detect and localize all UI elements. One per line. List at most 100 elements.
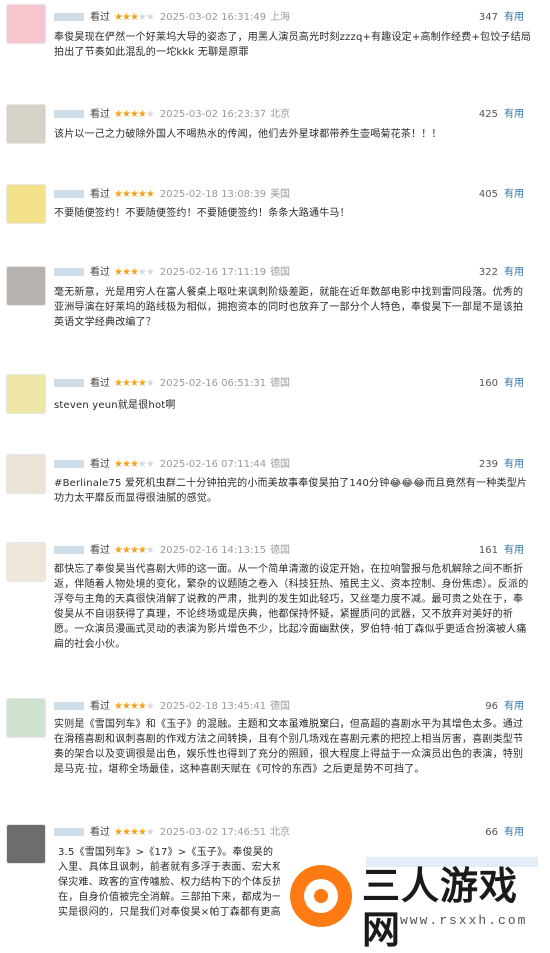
avatar[interactable] [6,454,46,494]
username-link[interactable] [54,379,84,387]
useful-button[interactable]: 有用 [504,267,524,278]
star-icon: ★ [129,827,139,838]
review-content: 奉俊昊现在俨然一个好莱坞大导的姿态了，用黑人演员高光时刻zzzq+有趣设定+高制… [54,32,532,58]
star-icon: ★ [129,12,139,23]
avatar[interactable] [6,542,46,582]
vote-count: 322 [478,267,498,278]
status-label: 看过 [90,545,110,556]
avatar[interactable] [6,104,46,144]
username-link[interactable] [54,13,84,21]
useful-button[interactable]: 有用 [504,701,524,712]
star-icon: ★ [121,12,131,23]
username-link[interactable] [54,546,84,554]
star-icon: ★ [145,12,155,23]
review-content: 该片以一己之力破除外国人不喝热水的传闻，他们去外星球都带养生壶喝菊花茶！！！ [54,129,442,140]
star-icon: ★ [145,827,155,838]
star-icon: ★ [114,12,123,23]
review-location: 德国 [270,459,291,470]
vote-count: 405 [478,189,498,200]
vote-area: 405 有用 [479,186,524,204]
status-label: 看过 [90,267,110,278]
useful-button[interactable]: 有用 [504,109,524,120]
useful-button[interactable]: 有用 [504,545,524,556]
star-icon: ★ [129,545,139,556]
rating-stars: ★★★★★ [114,827,155,838]
review-meta: 看过 ★★★★★ 2025-03-02 16:31:49 上海 [54,9,294,27]
username-link[interactable] [54,190,84,198]
vote-count: 160 [478,378,498,389]
star-icon: ★ [121,189,131,200]
star-icon: ★ [114,701,123,712]
star-icon: ★ [129,459,139,470]
review-content: 3.5《雪国列车》>《17》>《玉子》。奉俊昊的 入里、具体且讽刺，前者就有多浮… [58,847,280,918]
review-content: #Berlinale75 爱死机虫群二十分钟拍完的小而美故事奉俊昊拍了140分钟… [54,478,528,504]
avatar[interactable] [6,266,46,306]
rating-stars: ★★★★★ [114,12,155,23]
watermark-title: 三人游戏网 [362,866,519,952]
star-icon: ★ [114,545,123,556]
username-link[interactable] [54,828,84,836]
username-link[interactable] [54,110,84,118]
review-time: 2025-02-16 07:11:44 [159,459,267,470]
vote-count: 161 [478,545,498,556]
username-link[interactable] [54,268,84,276]
star-icon: ★ [145,459,155,470]
username-link[interactable] [54,702,84,710]
star-icon: ★ [121,827,131,838]
vote-count: 96 [485,701,498,712]
review-content: 都快忘了奉俊昊当代喜剧大师的这一面。从一个简单清澈的设定开始，在拉响警报与危机解… [54,564,529,650]
star-icon: ★ [145,701,155,712]
rating-stars: ★★★★★ [114,545,155,556]
useful-button[interactable]: 有用 [504,378,524,389]
avatar[interactable] [6,698,46,738]
review-time: 2025-02-18 13:08:39 [159,189,267,200]
useful-button[interactable]: 有用 [504,189,524,200]
star-icon: ★ [121,109,131,120]
useful-button[interactable]: 有用 [504,459,524,470]
star-icon: ★ [137,459,147,470]
status-label: 看过 [90,12,110,23]
star-icon: ★ [129,701,139,712]
vote-area: 160 有用 [479,375,524,393]
useful-button[interactable]: 有用 [504,12,524,23]
useful-button[interactable]: 有用 [504,827,524,838]
star-icon: ★ [129,267,139,278]
status-label: 看过 [90,701,110,712]
star-icon: ★ [137,12,147,23]
review-content: 毫无新意，光是用穷人在富人餐桌上呕吐来讽刺阶级差距，就能在近年数部电影中找到雷同… [54,287,524,328]
avatar[interactable] [6,4,46,44]
review-time: 2025-02-16 14:13:15 [159,545,267,556]
vote-count: 239 [478,459,498,470]
review-meta: 看过 ★★★★★ 2025-02-16 14:13:15 德国 [54,542,294,560]
rating-stars: ★★★★★ [114,701,155,712]
star-icon: ★ [129,189,139,200]
vote-count: 425 [478,109,498,120]
star-icon: ★ [114,827,123,838]
star-icon: ★ [121,378,131,389]
review-meta: 看过 ★★★★★ 2025-02-16 17:11:19 德国 [54,264,294,282]
avatar[interactable] [6,374,46,414]
star-icon: ★ [129,378,139,389]
status-label: 看过 [90,109,110,120]
vote-area: 66 有用 [485,824,524,842]
vote-area: 161 有用 [479,542,524,560]
review-time: 2025-03-02 17:46:51 [159,827,267,838]
vote-area: 347 有用 [479,9,524,27]
star-icon: ★ [129,109,139,120]
vote-count: 66 [485,827,498,838]
review-time: 2025-03-02 16:23:37 [159,109,267,120]
avatar[interactable] [6,824,46,864]
review-location: 德国 [270,701,291,712]
star-icon: ★ [114,109,123,120]
rating-stars: ★★★★★ [114,267,155,278]
avatar[interactable] [6,184,46,224]
star-icon: ★ [145,545,155,556]
review-content: 实则是《雪国列车》和《玉子》的混融。主题和文本虽难脱窠臼，但高超的喜剧水平为其增… [54,719,524,775]
review-meta: 看过 ★★★★★ 2025-02-18 13:08:39 美国 [54,186,294,204]
star-icon: ★ [121,545,131,556]
star-icon: ★ [114,459,123,470]
username-link[interactable] [54,460,84,468]
rating-stars: ★★★★★ [114,109,155,120]
rating-stars: ★★★★★ [114,378,155,389]
review-location: 德国 [270,545,291,556]
